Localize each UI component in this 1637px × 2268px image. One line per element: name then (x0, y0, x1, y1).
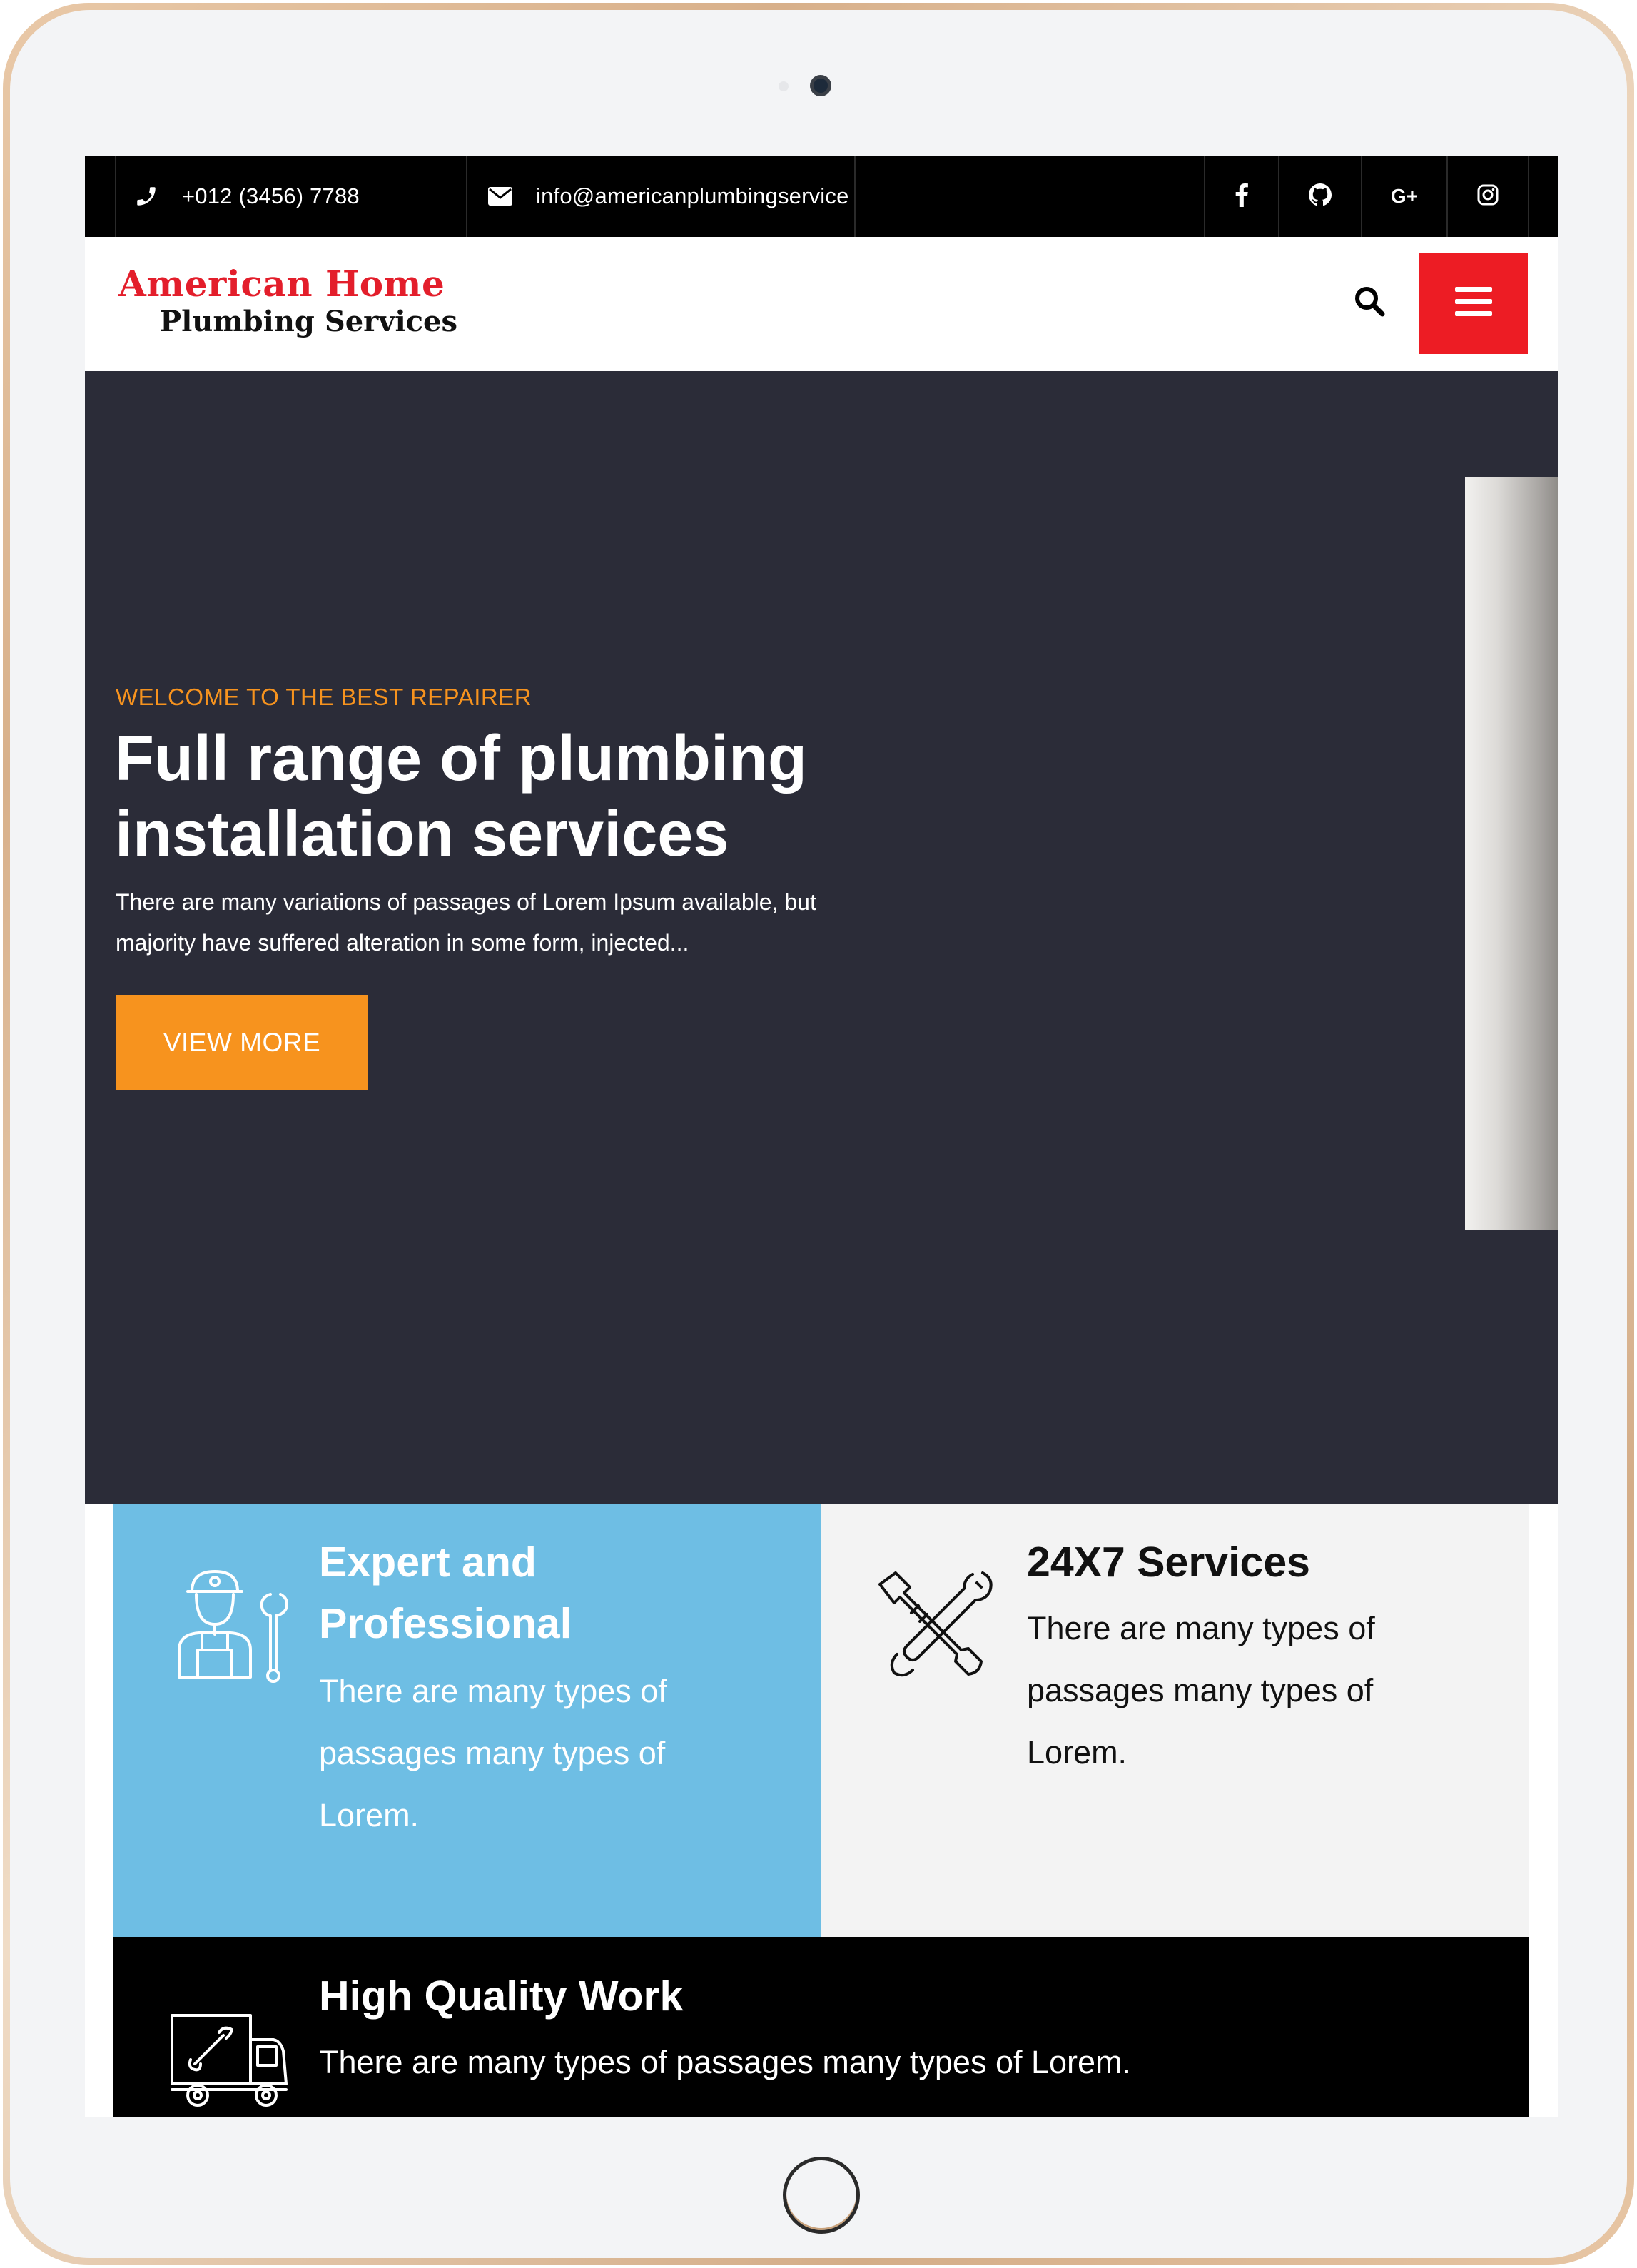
envelope-icon (487, 183, 513, 209)
instagram-icon (1476, 183, 1499, 210)
phone-contact[interactable]: +012 (3456) 7788 (115, 156, 467, 237)
email-address: info@americanplumbingservice (536, 183, 849, 208)
logo-title[interactable]: American Home (118, 263, 445, 305)
front-camera (810, 75, 831, 96)
view-more-button[interactable]: VIEW MORE (116, 995, 368, 1090)
instagram-link[interactable] (1446, 156, 1529, 237)
feature-title: High Quality Work (319, 1973, 684, 2020)
feature-title: Expert and Professional (319, 1539, 572, 1647)
feature-text: There are many types of passages many ty… (1027, 1610, 1375, 1771)
feature-card-quality: High Quality Work There are many types o… (113, 1937, 1529, 2117)
screen: +012 (3456) 7788 info@americanplumbingse… (85, 156, 1558, 2117)
site-header: American Home Plumbing Services (85, 237, 1558, 371)
service-truck-icon (169, 2011, 290, 2115)
home-button[interactable] (783, 2157, 860, 2234)
feature-text: There are many types of passages many ty… (319, 2044, 1132, 2080)
github-link[interactable] (1278, 156, 1361, 237)
hero-banner: WELCOME TO THE BEST REPAIRER Full range … (85, 371, 1558, 1504)
plumber-worker-icon (171, 1563, 292, 1688)
feature-card-24x7: 24X7 Services There are many types of pa… (821, 1504, 1529, 1937)
phone-icon (133, 183, 159, 209)
email-contact[interactable]: info@americanplumbingservice (467, 156, 856, 237)
crossed-tools-icon (876, 1569, 997, 1684)
feature-card-expert: Expert and Professional There are many t… (113, 1504, 821, 1937)
front-sensor (779, 81, 789, 91)
logo-subtitle[interactable]: Plumbing Services (160, 305, 457, 338)
hamburger-icon (1455, 286, 1492, 320)
google-plus-link[interactable]: G+ (1361, 156, 1446, 237)
menu-button[interactable] (1419, 253, 1528, 354)
feature-title: 24X7 Services (1027, 1539, 1310, 1586)
facebook-link[interactable] (1204, 156, 1278, 237)
hero-title: Full range of plumbing installation serv… (115, 723, 807, 870)
github-icon (1309, 183, 1332, 210)
hero-image-edge (1465, 477, 1558, 1230)
facebook-icon (1235, 183, 1249, 211)
tablet-frame: +012 (3456) 7788 info@americanplumbingse… (3, 3, 1634, 2265)
hero-kicker: WELCOME TO THE BEST REPAIRER (116, 684, 532, 710)
search-button[interactable] (1348, 281, 1391, 324)
google-plus-icon: G+ (1390, 185, 1419, 207)
feature-text: There are many types of passages many ty… (319, 1673, 667, 1833)
search-icon (1353, 285, 1386, 321)
hero-description: There are many variations of passages of… (116, 889, 816, 956)
top-bar: +012 (3456) 7788 info@americanplumbingse… (85, 156, 1558, 237)
phone-number: +012 (3456) 7788 (182, 183, 360, 208)
